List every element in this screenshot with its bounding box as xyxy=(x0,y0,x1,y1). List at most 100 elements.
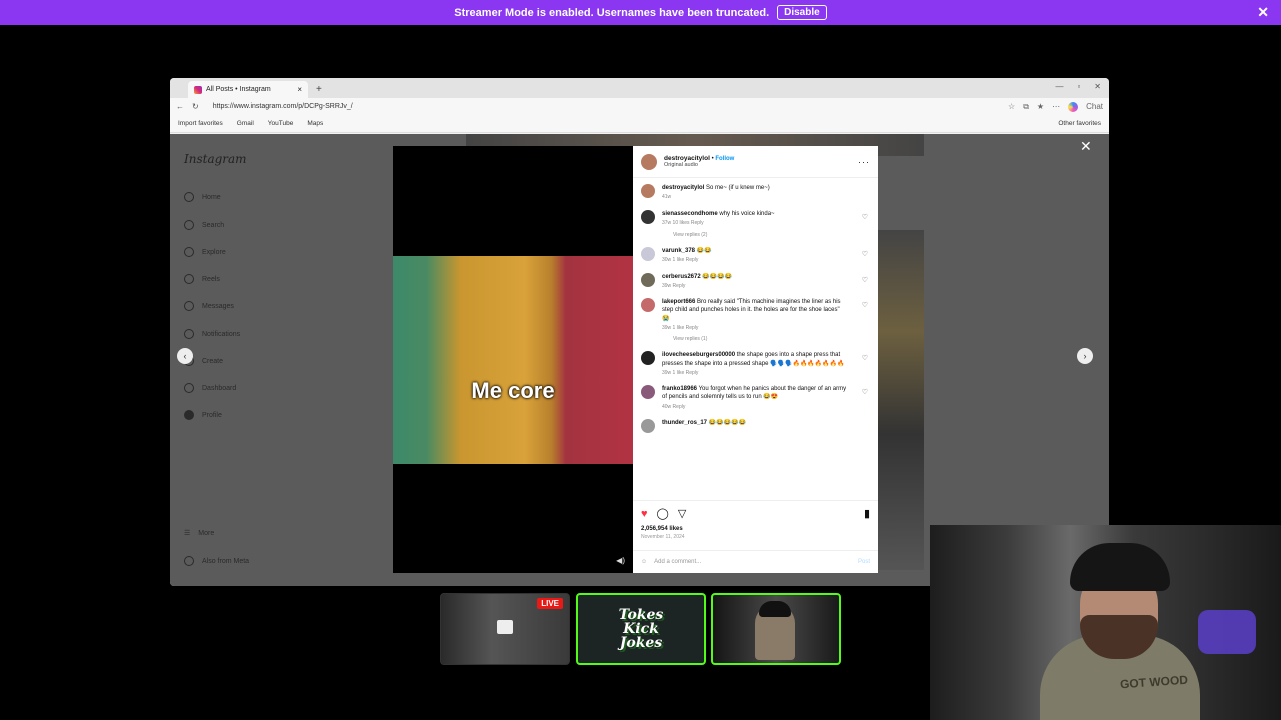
nav-home[interactable]: Home xyxy=(184,192,221,202)
scene-thumbnail-browser[interactable]: LIVE xyxy=(440,593,570,665)
refresh-icon[interactable]: ↻ xyxy=(192,102,199,111)
nav-reels[interactable]: Reels xyxy=(184,274,220,284)
profile-avatar-icon xyxy=(184,410,194,420)
comment-item: varunk_378 😂😂 30w 1 like Reply ♡ xyxy=(641,246,870,264)
commenter-avatar[interactable] xyxy=(641,272,655,287)
nav-also-from-meta[interactable]: Also from Meta xyxy=(184,556,249,566)
comment-username[interactable]: franko18966 xyxy=(662,386,697,392)
add-comment-input[interactable]: Add a comment... xyxy=(654,559,701,565)
maximize-icon[interactable]: ▫ xyxy=(1077,82,1080,91)
commenter-avatar[interactable] xyxy=(641,385,655,400)
nav-label: Reels xyxy=(202,275,220,283)
nav-label: Home xyxy=(202,193,221,201)
like-comment-heart-icon[interactable]: ♡ xyxy=(862,276,868,284)
close-icon[interactable]: ✕ xyxy=(1257,4,1269,21)
comment-meta: 39w 1 like Reply xyxy=(662,369,699,376)
nav-label: More xyxy=(198,529,215,537)
nav-more[interactable]: ☰ More xyxy=(184,529,215,538)
sound-icon[interactable]: ◀) xyxy=(616,556,625,565)
author-avatar[interactable] xyxy=(641,153,657,170)
comment-username[interactable]: ilovecheeseburgers00000 xyxy=(662,352,735,358)
extensions-icon[interactable]: ⧉ xyxy=(1023,102,1029,112)
disable-streamer-mode-button[interactable]: Disable xyxy=(777,5,827,20)
tab-instagram[interactable]: All Posts • Instagram × xyxy=(188,81,308,98)
post-video[interactable]: Me core ◀) xyxy=(393,146,633,573)
scene-thumbnail-webcam[interactable] xyxy=(711,593,841,665)
copilot-label[interactable]: Chat xyxy=(1086,102,1103,111)
post-date: November 11, 2024 xyxy=(641,534,685,540)
comment-username[interactable]: thunder_ros_17 xyxy=(662,420,707,426)
like-comment-heart-icon[interactable]: ♡ xyxy=(862,301,868,309)
emoji-icon[interactable]: ☺ xyxy=(641,559,647,565)
nav-messages[interactable]: Messages xyxy=(184,301,234,311)
close-tab-icon[interactable]: × xyxy=(297,85,302,94)
like-comment-heart-icon[interactable]: ♡ xyxy=(862,354,868,362)
next-post-arrow-icon[interactable]: › xyxy=(1077,348,1093,364)
comment-username[interactable]: varunk_378 xyxy=(662,248,695,254)
star-icon[interactable]: ☆ xyxy=(1008,102,1015,111)
comment-username[interactable]: destroyacitylol xyxy=(662,185,704,191)
fav-gmail[interactable]: Gmail xyxy=(237,120,254,127)
heart-icon xyxy=(184,329,194,339)
commenter-avatar[interactable] xyxy=(641,298,655,313)
like-comment-heart-icon[interactable]: ♡ xyxy=(862,250,868,258)
share-send-icon[interactable]: ▽ xyxy=(678,507,686,520)
author-username[interactable]: destroyacitylol xyxy=(664,155,710,162)
post-header: destroyacitylol • Follow Original audio … xyxy=(633,146,878,178)
nav-dashboard[interactable]: Dashboard xyxy=(184,383,236,393)
nav-notifications[interactable]: Notifications xyxy=(184,329,240,339)
like-comment-heart-icon[interactable]: ♡ xyxy=(862,388,868,396)
more-options-icon[interactable]: ··· xyxy=(858,157,870,167)
copilot-icon[interactable] xyxy=(1068,101,1079,112)
fav-maps[interactable]: Maps xyxy=(307,120,323,127)
webcam-feed: GOT WOOD xyxy=(930,525,1281,720)
nav-profile[interactable]: Profile xyxy=(184,410,222,420)
comment-bubble-icon[interactable]: ◯ xyxy=(657,507,669,520)
instagram-page: Instagram Home Search Explore Reels Mess… xyxy=(170,134,1109,586)
comment-text: 😂😂😂😂 xyxy=(702,273,733,280)
bookmark-icon[interactable]: ▮ xyxy=(864,507,870,520)
scene-thumbnail-logo[interactable]: Tokes Kick Jokes xyxy=(576,593,706,665)
fav-youtube[interactable]: YouTube xyxy=(268,120,294,127)
commenter-avatar[interactable] xyxy=(641,184,655,198)
comment-item: lakeport666 Bro really said "This machin… xyxy=(641,298,870,331)
streamer-beanie xyxy=(1070,543,1170,591)
instagram-logo[interactable]: Instagram xyxy=(184,152,247,166)
post-actions: ♥ ◯ ▽ ▮ 2,056,954 likes November 11, 202… xyxy=(633,500,878,546)
post-comment-button[interactable]: Post xyxy=(858,559,870,565)
comment-username[interactable]: cerberus2672 xyxy=(662,274,701,280)
like-comment-heart-icon[interactable]: ♡ xyxy=(862,213,868,221)
comments-list[interactable]: destroyacitylol So me~ (if u knew me~) 41… xyxy=(633,178,878,496)
commenter-avatar[interactable] xyxy=(641,351,655,366)
favorites-bar: Import favorites Gmail YouTube Maps Othe… xyxy=(170,115,1109,133)
favorites-icon[interactable]: ★ xyxy=(1037,102,1044,111)
like-heart-icon[interactable]: ♥ xyxy=(641,508,648,520)
audio-label[interactable]: Original audio xyxy=(664,162,734,168)
url-input[interactable]: https://www.instagram.com/p/DCPg-SRRJv_/ xyxy=(213,103,353,110)
nav-explore[interactable]: Explore xyxy=(184,247,226,257)
view-replies-link[interactable]: View replies (2) xyxy=(673,232,870,238)
other-favorites[interactable]: Other favorites xyxy=(1058,120,1101,127)
likes-count[interactable]: 2,056,954 likes xyxy=(641,526,870,532)
video-caption-overlay: Me core xyxy=(471,378,555,403)
previous-post-arrow-icon[interactable]: ‹ xyxy=(177,348,193,364)
comment-username[interactable]: sienassecondhome xyxy=(662,211,718,217)
close-window-icon[interactable]: ✕ xyxy=(1094,82,1101,91)
new-tab-icon[interactable]: + xyxy=(316,84,322,95)
follow-button[interactable]: Follow xyxy=(715,156,734,162)
view-replies-link[interactable]: View replies (1) xyxy=(673,336,870,342)
commenter-avatar[interactable] xyxy=(641,419,655,434)
commenter-avatar[interactable] xyxy=(641,246,655,261)
menu-icon[interactable]: ⋯ xyxy=(1052,102,1060,111)
compass-icon xyxy=(184,247,194,257)
commenter-avatar[interactable] xyxy=(641,209,655,224)
comment-username[interactable]: lakeport666 xyxy=(662,299,695,305)
instagram-favicon-icon xyxy=(194,85,202,94)
home-icon xyxy=(184,192,194,202)
nav-search[interactable]: Search xyxy=(184,220,224,230)
close-modal-icon[interactable]: ✕ xyxy=(1080,138,1092,155)
minimize-icon[interactable]: — xyxy=(1055,82,1063,91)
separator-dot: • xyxy=(711,156,714,162)
fav-import[interactable]: Import favorites xyxy=(178,120,223,127)
back-icon[interactable]: ← xyxy=(176,102,184,111)
